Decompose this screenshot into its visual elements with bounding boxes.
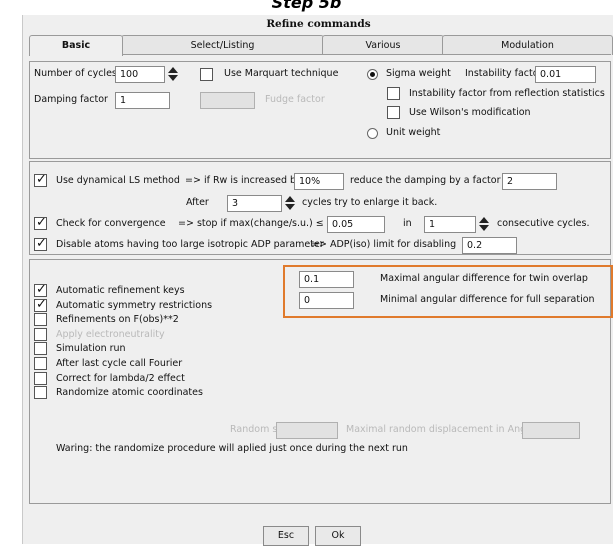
max-change-input[interactable]: 0.05 <box>327 216 385 233</box>
option-label: Automatic symmetry restrictions <box>56 299 213 311</box>
refine-commands-window: Refine commands Basic Select/Listing Var… <box>22 15 613 546</box>
dynamical-ls-checkbox[interactable] <box>34 172 47 187</box>
fudge-input <box>200 92 255 109</box>
adp-limit-input[interactable]: 0.2 <box>462 237 517 254</box>
option-label: Apply electroneutrality <box>56 328 165 340</box>
option-label: Correct for lambda/2 effect <box>56 372 185 384</box>
cycles-stepper[interactable] <box>168 66 179 83</box>
sigma-weight-label: Sigma weight <box>386 68 451 79</box>
rw-increase-input[interactable]: 10% <box>294 173 344 190</box>
rw-increase-text: => if Rw is increased by <box>185 175 302 186</box>
randomize-warning: Waring: the randomize procedure will apl… <box>56 443 408 454</box>
damping-factor-input[interactable]: 2 <box>502 173 557 190</box>
reduce-damping-text: reduce the damping by a factor <box>350 175 501 186</box>
tab-select-listing[interactable]: Select/Listing <box>121 35 324 55</box>
option-label: Simulation run <box>56 343 126 355</box>
instab-stats-label: Instability factor from reflection stati… <box>409 88 605 99</box>
instability-label: Instability factor <box>465 68 543 79</box>
random-seed-input <box>276 422 338 439</box>
option-checkbox[interactable] <box>34 386 47 400</box>
cycles-panel: Number of cycles 100 Use Marquart techni… <box>29 61 611 159</box>
wilson-label: Use Wilson's modification <box>409 107 531 118</box>
cycles-label: Number of cycles <box>34 68 117 79</box>
tab-basic[interactable]: Basic <box>29 35 123 56</box>
step-caption: Step 5b <box>271 0 342 12</box>
enlarge-text: cycles try to enlarge it back. <box>302 197 438 208</box>
esc-button[interactable]: Esc <box>263 526 309 546</box>
option-checkbox[interactable] <box>34 313 47 327</box>
unit-weight-label: Unit weight <box>386 127 441 138</box>
wilson-checkbox[interactable] <box>387 106 400 119</box>
option-checkbox[interactable] <box>34 342 47 356</box>
tab-various[interactable]: Various <box>322 35 444 55</box>
option-checkbox[interactable] <box>34 282 47 297</box>
ok-button[interactable]: Ok <box>315 526 361 546</box>
convergence-stop-text: => stop if max(change/s.u.) ≤ <box>178 218 324 229</box>
damping-label: Damping factor <box>34 94 108 105</box>
damping-input[interactable]: 1 <box>115 92 170 109</box>
instability-input[interactable]: 0.01 <box>535 66 596 83</box>
after-cycles-stepper[interactable] <box>285 195 296 212</box>
option-checkbox <box>34 327 47 341</box>
option-checkbox[interactable] <box>34 297 47 312</box>
after-label: After <box>186 197 209 208</box>
fudge-label: Fudge factor <box>265 94 325 105</box>
convergence-checkbox[interactable] <box>34 215 47 230</box>
disable-adp-label: Disable atoms having too large isotropic… <box>56 239 324 250</box>
consecutive-input[interactable]: 1 <box>424 216 476 233</box>
cycles-input[interactable]: 100 <box>115 66 165 83</box>
tab-modulation[interactable]: Modulation <box>442 35 613 55</box>
in-label: in <box>403 218 412 229</box>
marquart-checkbox[interactable] <box>200 68 213 81</box>
highlight-box <box>283 265 613 318</box>
random-displacement-input <box>522 422 580 439</box>
disable-adp-checkbox[interactable] <box>34 236 47 251</box>
ls-method-panel: Use dynamical LS method => if Rw is incr… <box>29 161 611 255</box>
option-checkbox[interactable] <box>34 357 47 370</box>
option-checkbox[interactable] <box>34 371 47 385</box>
consecutive-label: consecutive cycles. <box>497 218 590 229</box>
after-cycles-input[interactable]: 3 <box>227 195 282 212</box>
marquart-label: Use Marquart technique <box>224 68 339 79</box>
option-label: Randomize atomic coordinates <box>56 387 203 399</box>
random-displacement-label: Maximal random displacement in Ang <box>346 424 527 435</box>
consecutive-stepper[interactable] <box>479 216 490 233</box>
option-label: After last cycle call Fourier <box>56 358 183 369</box>
option-label: Refinements on F(obs)**2 <box>56 314 179 326</box>
window-title: Refine commands <box>266 18 371 30</box>
dynamical-ls-label: Use dynamical LS method <box>56 175 180 186</box>
option-label: Automatic refinement keys <box>56 285 185 296</box>
instab-stats-checkbox[interactable] <box>387 87 400 100</box>
convergence-label: Check for convergence <box>56 218 166 229</box>
sigma-weight-radio[interactable] <box>367 69 378 80</box>
unit-weight-radio[interactable] <box>367 128 378 139</box>
adp-limit-text: => ADP(iso) limit for disabling <box>311 239 457 250</box>
